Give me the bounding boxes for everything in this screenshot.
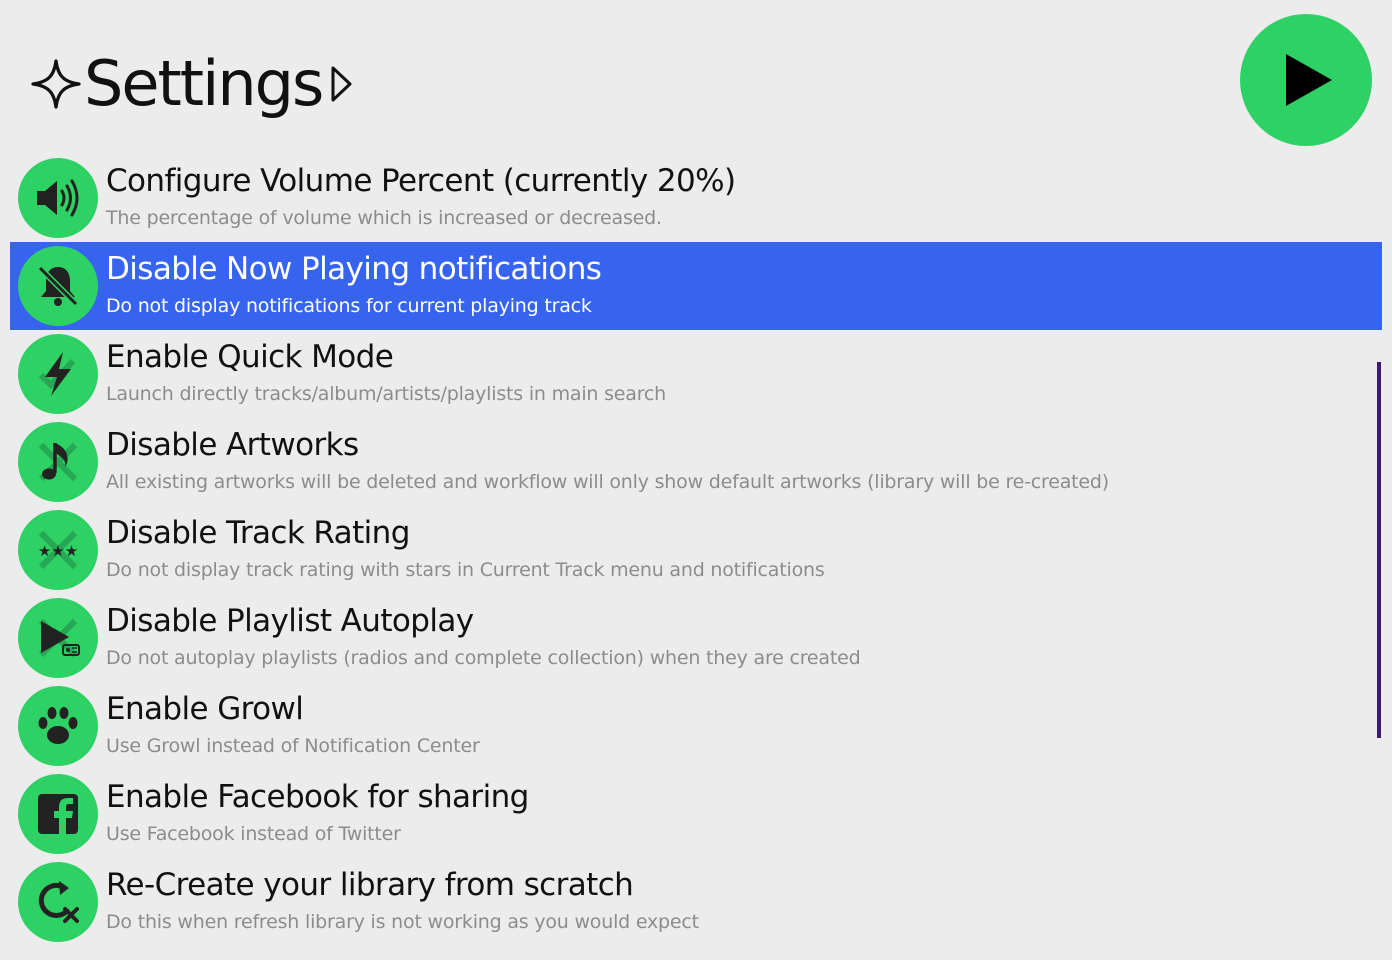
play-radio-crossed-icon <box>18 598 98 678</box>
result-subtitle: Do not display notifications for current… <box>106 295 592 317</box>
volume-icon <box>18 158 98 238</box>
result-subtitle: The percentage of volume which is increa… <box>106 207 662 229</box>
scrollbar[interactable] <box>1377 362 1381 738</box>
sparkle-icon <box>31 59 81 109</box>
result-title: Enable Growl <box>106 691 304 727</box>
result-subtitle: Use Facebook instead of Twitter <box>106 823 401 845</box>
triangle-right-icon <box>331 66 352 102</box>
search-header: Settings <box>0 0 1392 150</box>
result-title: Disable Now Playing notifications <box>106 251 602 287</box>
result-subtitle: Do not autoplay playlists (radios and co… <box>106 647 861 669</box>
result-row-artworks[interactable]: Disable Artworks All existing artworks w… <box>10 418 1382 506</box>
result-subtitle: Use Growl instead of Notification Center <box>106 735 480 757</box>
result-title: Enable Quick Mode <box>106 339 394 375</box>
lightning-icon <box>18 334 98 414</box>
result-row-notifications[interactable]: Disable Now Playing notifications Do not… <box>10 242 1382 330</box>
search-input[interactable]: Settings <box>84 53 324 115</box>
result-row-growl[interactable]: Enable Growl Use Growl instead of Notifi… <box>10 682 1382 770</box>
stars-crossed-icon: ★★★ <box>18 510 98 590</box>
result-subtitle: All existing artworks will be deleted an… <box>106 471 1109 493</box>
result-row-facebook[interactable]: Enable Facebook for sharing Use Facebook… <box>10 770 1382 858</box>
svg-text:★★★: ★★★ <box>38 542 78 560</box>
result-title: Re-Create your library from scratch <box>106 867 634 903</box>
app-play-icon <box>1240 14 1372 146</box>
result-title: Disable Track Rating <box>106 515 410 551</box>
facebook-icon <box>18 774 98 854</box>
result-subtitle: Do this when refresh library is not work… <box>106 911 699 933</box>
result-title: Disable Playlist Autoplay <box>106 603 474 639</box>
bell-off-icon <box>18 246 98 326</box>
result-subtitle: Do not display track rating with stars i… <box>106 559 825 581</box>
result-title: Disable Artworks <box>106 427 359 463</box>
refresh-x-icon <box>18 862 98 942</box>
music-note-crossed-icon <box>18 422 98 502</box>
result-row-track-rating[interactable]: ★★★ Disable Track Rating Do not display … <box>10 506 1382 594</box>
result-row-volume[interactable]: Configure Volume Percent (currently 20%)… <box>10 154 1382 242</box>
result-subtitle: Launch directly tracks/album/artists/pla… <box>106 383 666 405</box>
result-title: Enable Facebook for sharing <box>106 779 529 815</box>
result-row-quick-mode[interactable]: Enable Quick Mode Launch directly tracks… <box>10 330 1382 418</box>
result-title: Configure Volume Percent (currently 20%) <box>106 163 736 199</box>
results-list: Configure Volume Percent (currently 20%)… <box>10 154 1382 946</box>
paw-icon <box>18 686 98 766</box>
result-row-recreate-library[interactable]: Re-Create your library from scratch Do t… <box>10 858 1382 946</box>
search-bar[interactable]: Settings <box>30 44 354 124</box>
result-row-autoplay[interactable]: Disable Playlist Autoplay Do not autopla… <box>10 594 1382 682</box>
